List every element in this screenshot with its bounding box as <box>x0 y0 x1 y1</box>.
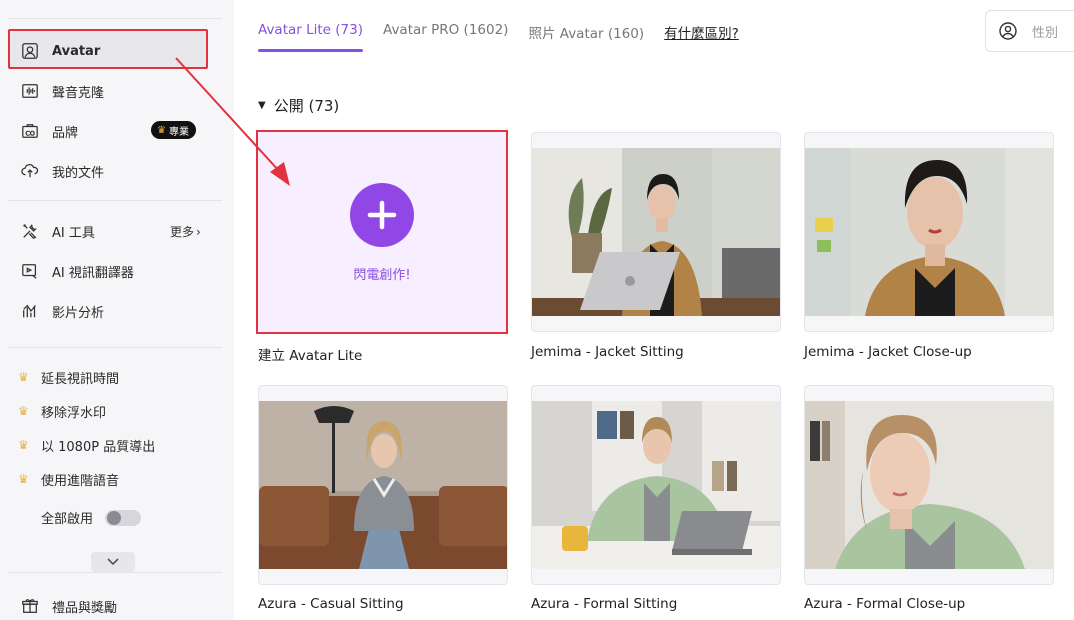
perk-advanced-voice: ♛ 使用進階語音 <box>18 469 119 489</box>
tab-photo-avatar[interactable]: 照片 Avatar (160) <box>528 22 644 52</box>
more-link-label: 更多 <box>170 225 195 239</box>
sidebar-item-voice-clone[interactable]: 聲音克隆 <box>20 77 220 105</box>
perk-remove-watermark: ♛ 移除浮水印 <box>18 401 106 421</box>
sidebar: Avatar 聲音克隆 CO 品牌 ♛ 專業 我的文件 AI 工具 更多 › A… <box>0 0 234 620</box>
enable-all-toggle[interactable] <box>105 509 142 526</box>
avatar-name: Azura - Formal Sitting <box>531 596 678 612</box>
cloud-upload-icon <box>20 161 40 181</box>
sidebar-item-label: 禮品與獎勵 <box>52 600 118 616</box>
pro-badge: ♛ 專業 <box>151 121 196 139</box>
video-translate-icon <box>20 261 40 281</box>
avatar-card[interactable] <box>258 385 508 585</box>
sidebar-item-gifts[interactable]: 禮品與獎勵 <box>20 592 220 620</box>
enable-all-row: 全部啟用 <box>41 508 142 527</box>
create-button-text: 閃電創作! <box>353 268 411 283</box>
app-window: Avatar 聲音克隆 CO 品牌 ♛ 專業 我的文件 AI 工具 更多 › A… <box>0 0 1074 620</box>
avatar-thumbnail <box>532 148 780 316</box>
sidebar-item-video-translator[interactable]: AI 視訊翻譯器 <box>20 257 220 285</box>
avatar-thumbnail <box>805 401 1053 569</box>
crown-icon: ♛ <box>157 124 166 136</box>
gender-filter[interactable]: 性別 <box>985 10 1074 52</box>
sidebar-item-label: AI 工具 <box>52 225 95 241</box>
avatar-thumbnail <box>259 401 507 569</box>
avatar-card[interactable] <box>804 385 1054 585</box>
crown-icon: ♛ <box>18 404 29 418</box>
create-avatar-lite-card[interactable]: 閃電創作! <box>256 130 508 334</box>
sidebar-divider <box>8 18 222 19</box>
sidebar-item-video-analysis[interactable]: 影片分析 <box>20 297 220 325</box>
sidebar-divider <box>8 347 222 348</box>
pro-badge-label: 專業 <box>168 126 189 138</box>
enable-all-label: 全部啟用 <box>41 512 94 527</box>
sidebar-item-avatar[interactable]: Avatar <box>20 37 220 65</box>
tab-avatar-lite[interactable]: Avatar Lite (73) <box>258 22 363 52</box>
user-circle-icon <box>999 22 1017 40</box>
waveform-icon <box>20 81 40 101</box>
crown-icon: ♛ <box>18 438 29 452</box>
crown-icon: ♛ <box>18 472 29 486</box>
tools-icon <box>20 221 40 241</box>
sidebar-item-my-files[interactable]: 我的文件 <box>20 157 220 185</box>
sidebar-item-label: AI 視訊翻譯器 <box>52 265 134 281</box>
sidebar-item-label: Avatar <box>52 43 101 59</box>
perk-export-1080p: ♛ 以 1080P 品質導出 <box>18 435 155 455</box>
sidebar-item-label: 聲音克隆 <box>52 85 105 101</box>
tab-avatar-pro[interactable]: Avatar PRO (1602) <box>383 22 508 52</box>
caret-down-icon: ▼ <box>258 100 266 111</box>
perk-label: 延長視訊時間 <box>41 371 120 387</box>
avatar-card[interactable] <box>804 132 1054 332</box>
avatar-name: Jemima - Jacket Sitting <box>531 344 684 360</box>
plus-icon <box>367 200 397 230</box>
sidebar-divider <box>8 572 222 573</box>
avatar-card[interactable] <box>531 132 781 332</box>
more-tools-link[interactable]: 更多 › <box>170 223 201 240</box>
analytics-icon <box>20 301 40 321</box>
sidebar-item-label: 我的文件 <box>52 165 105 181</box>
avatar-thumbnail <box>805 148 1053 316</box>
sidebar-item-label: 影片分析 <box>52 305 105 321</box>
avatar-type-tabs: Avatar Lite (73) Avatar PRO (1602) 照片 Av… <box>258 22 739 52</box>
perk-extend-video: ♛ 延長視訊時間 <box>18 367 119 387</box>
chevron-right-icon: › <box>196 224 201 239</box>
perk-label: 移除浮水印 <box>41 405 107 421</box>
chevron-down-icon <box>107 558 119 566</box>
public-section-toggle[interactable]: ▼ 公開 (73) <box>258 95 339 116</box>
svg-text:CO: CO <box>26 131 35 138</box>
avatar-thumbnail <box>532 401 780 569</box>
difference-link[interactable]: 有什麼區別? <box>664 22 739 52</box>
brand-co-icon: CO <box>20 121 40 141</box>
avatar-card[interactable] <box>531 385 781 585</box>
toggle-knob <box>107 510 122 525</box>
gender-filter-placeholder: 性別 <box>1032 25 1059 41</box>
perk-label: 使用進階語音 <box>41 473 120 489</box>
avatar-name: Jemima - Jacket Close-up <box>804 344 972 360</box>
collapse-button[interactable] <box>91 552 135 572</box>
section-title: 公開 (73) <box>273 97 340 115</box>
plus-button[interactable] <box>350 183 414 247</box>
gift-icon <box>20 596 40 616</box>
sidebar-item-label: 品牌 <box>52 125 79 141</box>
crown-icon: ♛ <box>18 370 29 384</box>
sidebar-divider <box>8 200 222 201</box>
perk-label: 以 1080P 品質導出 <box>41 439 156 455</box>
avatar-name: Azura - Formal Close-up <box>804 596 966 612</box>
avatar-name: Azura - Casual Sitting <box>258 596 404 612</box>
create-card-label: 建立 Avatar Lite <box>258 348 363 364</box>
user-portrait-icon <box>20 41 40 61</box>
